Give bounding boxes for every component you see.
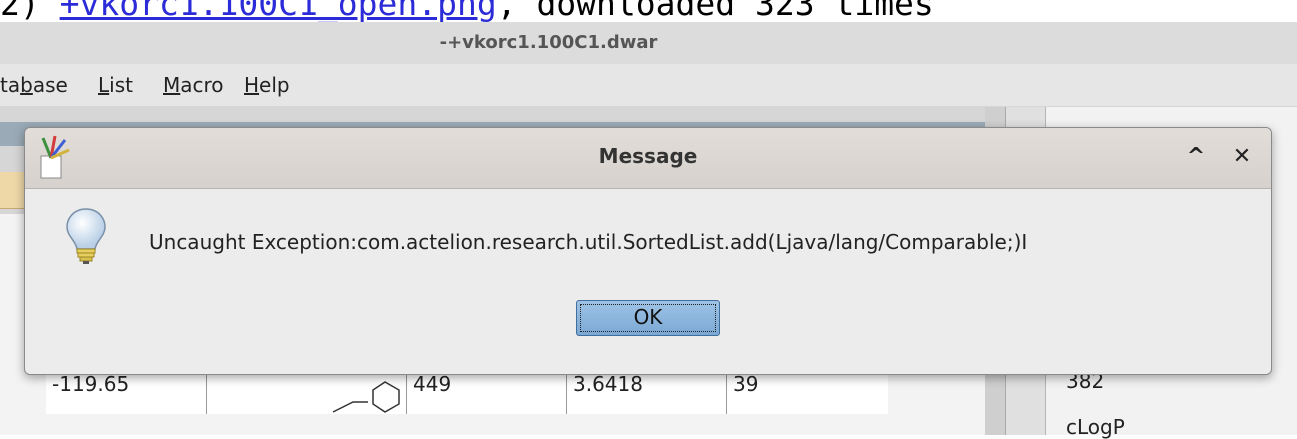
molecule-icon bbox=[332, 381, 400, 413]
dialog-title: Message bbox=[598, 144, 698, 168]
message-text: Uncaught Exception:com.actelion.research… bbox=[149, 230, 1028, 254]
dialog-titlebar[interactable]: Message ^ ✕ bbox=[25, 128, 1271, 189]
menubar: tabase List Macro Help bbox=[0, 64, 1297, 106]
minimize-button[interactable]: ^ bbox=[1181, 142, 1211, 172]
message-dialog: Message ^ ✕ Uncaught Exception:com.actel… bbox=[24, 127, 1272, 375]
menu-list[interactable]: List bbox=[98, 73, 133, 97]
ok-button[interactable]: OK bbox=[576, 300, 720, 336]
menu-database[interactable]: tabase bbox=[0, 73, 68, 97]
close-button[interactable]: ✕ bbox=[1227, 142, 1257, 172]
caption-prefix: 2) bbox=[0, 0, 60, 23]
menu-macro[interactable]: Macro bbox=[163, 73, 224, 97]
app-titlebar: -+vkorc1.100C1.dwar bbox=[0, 22, 1297, 64]
detail-label: cLogP bbox=[1066, 415, 1125, 439]
image-link[interactable]: +vkorc1.100C1_open.png bbox=[60, 0, 497, 23]
caption-suffix: , downloaded 323 times bbox=[496, 0, 934, 23]
app-title: -+vkorc1.100C1.dwar bbox=[439, 32, 658, 53]
menu-help[interactable]: Help bbox=[244, 73, 290, 97]
lightbulb-icon bbox=[66, 208, 106, 264]
page-caption: 2) +vkorc1.100C1_open.png, downloaded 32… bbox=[0, 0, 1297, 24]
